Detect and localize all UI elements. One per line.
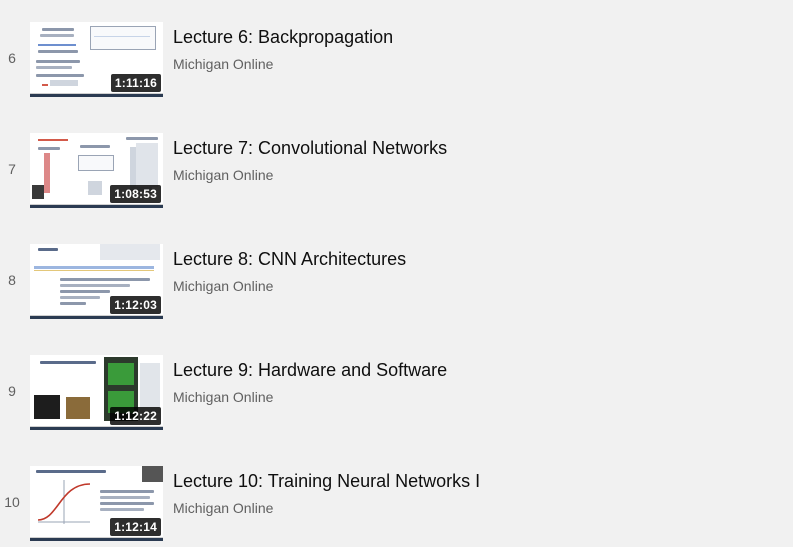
sigmoid-icon bbox=[37, 480, 91, 524]
video-meta: Lecture 7: Convolutional Networks Michig… bbox=[173, 133, 447, 184]
duration-badge: 1:11:16 bbox=[110, 74, 161, 92]
video-thumbnail[interactable]: 1:12:22 bbox=[30, 355, 163, 430]
item-index: 10 bbox=[4, 494, 20, 510]
video-thumbnail[interactable]: 1:12:03 bbox=[30, 244, 163, 319]
channel-name[interactable]: Michigan Online bbox=[173, 499, 480, 517]
thumbnail-bar bbox=[30, 427, 163, 430]
video-title[interactable]: Lecture 9: Hardware and Software bbox=[173, 358, 447, 382]
video-title[interactable]: Lecture 6: Backpropagation bbox=[173, 25, 393, 49]
video-thumbnail[interactable]: 1:08:53 bbox=[30, 133, 163, 208]
thumbnail-bar bbox=[30, 94, 163, 97]
playlist-item[interactable]: 9 1:12:22 Lecture 9: Hardware and Softwa… bbox=[0, 355, 793, 435]
video-title[interactable]: Lecture 8: CNN Architectures bbox=[173, 247, 406, 271]
video-thumbnail[interactable]: 1:11:16 bbox=[30, 22, 163, 97]
video-thumbnail[interactable]: 1:12:14 bbox=[30, 466, 163, 541]
duration-badge: 1:08:53 bbox=[110, 185, 161, 203]
video-meta: Lecture 6: Backpropagation Michigan Onli… bbox=[173, 22, 393, 73]
video-title[interactable]: Lecture 10: Training Neural Networks I bbox=[173, 469, 480, 493]
playlist-item[interactable]: 7 1:08:53 Lecture 7: Convolutional Netwo… bbox=[0, 133, 793, 213]
item-index: 9 bbox=[8, 383, 16, 399]
playlist-item[interactable]: 8 1:12:03 Lecture 8: CNN Architectures M… bbox=[0, 244, 793, 324]
duration-badge: 1:12:22 bbox=[110, 407, 161, 425]
video-meta: Lecture 9: Hardware and Software Michiga… bbox=[173, 355, 447, 406]
video-meta: Lecture 8: CNN Architectures Michigan On… bbox=[173, 244, 406, 295]
thumbnail-bar bbox=[30, 538, 163, 541]
thumbnail-bar bbox=[30, 316, 163, 319]
duration-badge: 1:12:14 bbox=[110, 518, 161, 536]
item-index: 8 bbox=[8, 272, 16, 288]
channel-name[interactable]: Michigan Online bbox=[173, 277, 406, 295]
playlist: 6 1:11:16 Lecture 6: Backpropagation Mic… bbox=[0, 0, 793, 547]
video-meta: Lecture 10: Training Neural Networks I M… bbox=[173, 466, 480, 517]
video-title[interactable]: Lecture 7: Convolutional Networks bbox=[173, 136, 447, 160]
item-index: 7 bbox=[8, 161, 16, 177]
duration-badge: 1:12:03 bbox=[110, 296, 161, 314]
channel-name[interactable]: Michigan Online bbox=[173, 55, 393, 73]
channel-name[interactable]: Michigan Online bbox=[173, 166, 447, 184]
playlist-item[interactable]: 6 1:11:16 Lecture 6: Backpropagation Mic… bbox=[0, 22, 793, 102]
channel-name[interactable]: Michigan Online bbox=[173, 388, 447, 406]
item-index: 6 bbox=[8, 50, 16, 66]
thumbnail-bar bbox=[30, 205, 163, 208]
playlist-item[interactable]: 10 1:12:14 Lecture 10: Training Neural N… bbox=[0, 466, 793, 546]
